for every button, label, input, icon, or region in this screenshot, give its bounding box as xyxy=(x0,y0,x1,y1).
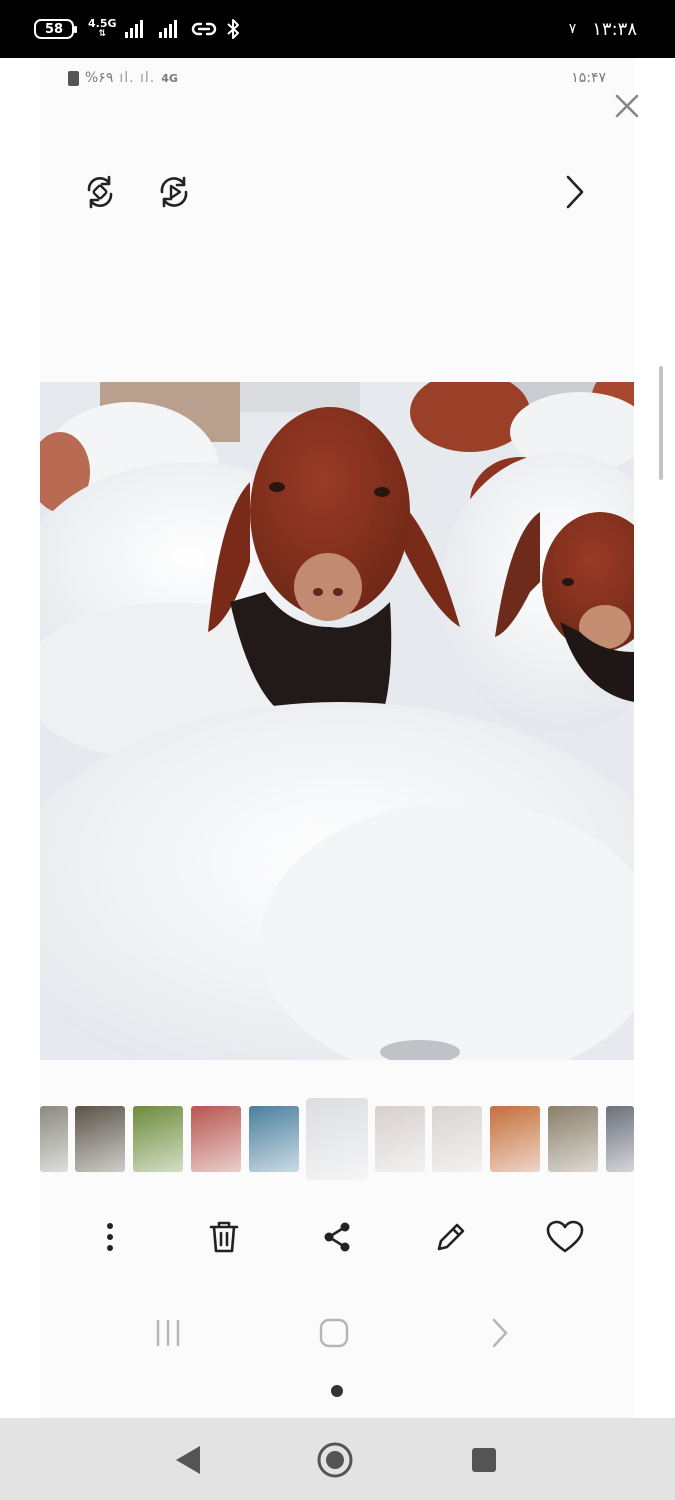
heart-icon[interactable] xyxy=(545,1217,585,1257)
network-type-label: 4.5G xyxy=(88,17,117,30)
status-extra: ۷ xyxy=(568,21,577,37)
scrollbar[interactable] xyxy=(659,366,663,480)
viewer-toolbar xyxy=(40,158,634,226)
recents-square-icon[interactable] xyxy=(466,1442,502,1478)
screenshot-panel: %۶۹ ıl. ıl. 4G ۱۵:۴۷ xyxy=(40,58,634,1418)
thumb-8[interactable] xyxy=(432,1106,482,1172)
page-indicator-dot xyxy=(331,1385,343,1397)
inner-status-bar: %۶۹ ıl. ıl. 4G ۱۵:۴۷ xyxy=(40,58,634,102)
auto-rotate-icon[interactable] xyxy=(80,172,120,212)
inner-network: 4G xyxy=(161,71,178,85)
thumb-11[interactable] xyxy=(606,1106,634,1172)
home-circle-icon[interactable] xyxy=(315,1440,355,1480)
thumb-5[interactable] xyxy=(249,1106,299,1172)
inner-battery-percent: %۶۹ xyxy=(85,70,114,86)
thumb-1[interactable] xyxy=(40,1106,68,1172)
inner-clock: ۱۵:۴۷ xyxy=(571,70,606,86)
close-icon[interactable] xyxy=(611,90,643,122)
clock: ۱۳:۳۸ xyxy=(592,18,637,40)
status-bar: 58 4.5G ⇅ ۷ ۱۳:۳۸ xyxy=(0,0,675,58)
thumb-9[interactable] xyxy=(490,1106,540,1172)
thumb-3[interactable] xyxy=(133,1106,183,1172)
recents-icon[interactable] xyxy=(148,1315,188,1351)
battery-level: 58 xyxy=(44,21,64,37)
thumb-10[interactable] xyxy=(548,1106,598,1172)
thumb-6-active[interactable] xyxy=(306,1098,368,1180)
signal-bars-2-icon xyxy=(158,20,177,38)
network-type: 4.5G ⇅ xyxy=(88,18,117,40)
chevron-right-icon[interactable] xyxy=(554,172,594,212)
inner-status-left: %۶۹ ıl. ıl. 4G xyxy=(68,70,178,86)
link-icon xyxy=(191,22,216,36)
share-icon[interactable] xyxy=(317,1217,357,1257)
sheep-photo xyxy=(40,382,634,1060)
bluetooth-icon xyxy=(226,19,239,39)
thumb-7[interactable] xyxy=(375,1106,425,1172)
back-icon[interactable] xyxy=(170,1442,206,1478)
home-icon[interactable] xyxy=(314,1315,354,1351)
thumb-2[interactable] xyxy=(75,1106,125,1172)
signal-bars-1-icon xyxy=(124,20,143,38)
system-nav-bar xyxy=(0,1418,675,1500)
back-chevron-icon[interactable] xyxy=(480,1315,520,1351)
network-arrows: ⇅ xyxy=(98,29,107,39)
battery-indicator: 58 xyxy=(34,19,77,39)
thumbnail-strip[interactable] xyxy=(40,1098,634,1186)
inner-signal-icon: ıl. ıl. xyxy=(119,70,156,86)
inner-nav-bar xyxy=(40,1303,634,1363)
edit-icon[interactable] xyxy=(431,1217,471,1257)
main-photo[interactable] xyxy=(40,382,634,1060)
status-right: ۷ ۱۳:۳۸ xyxy=(569,0,637,58)
action-bar xyxy=(40,1208,634,1266)
more-icon[interactable] xyxy=(90,1217,130,1257)
inner-battery-icon xyxy=(68,70,79,86)
status-left: 58 4.5G ⇅ xyxy=(34,0,241,58)
trash-icon[interactable] xyxy=(204,1217,244,1257)
motion-photo-icon[interactable] xyxy=(154,172,194,212)
thumb-4[interactable] xyxy=(191,1106,241,1172)
